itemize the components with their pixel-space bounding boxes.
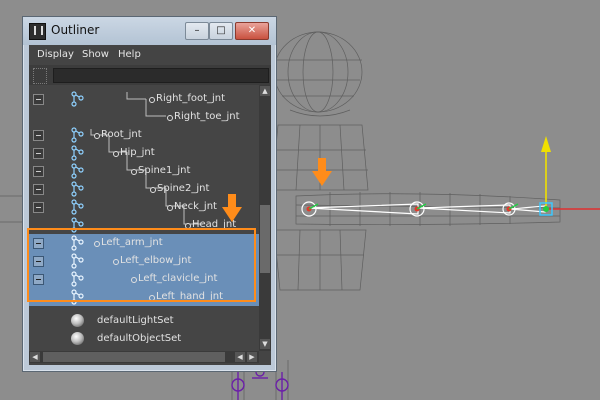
joint-icon <box>71 145 84 161</box>
expand-toggle[interactable] <box>33 130 44 141</box>
title-bar[interactable]: Outliner – □ ✕ <box>23 17 276 45</box>
search-row <box>29 65 271 85</box>
node-label: Right_foot_jnt <box>148 93 226 104</box>
node-label: Spine2_jnt <box>149 183 210 194</box>
node-label: Neck_jnt <box>167 201 217 212</box>
list-item[interactable]: defaultLightSet <box>29 312 259 330</box>
node-label: Spine1_jnt <box>130 165 191 176</box>
scroll-left-icon[interactable]: ◀ <box>30 352 40 362</box>
list-item[interactable]: Right_toe_jnt <box>29 108 259 126</box>
expand-toggle[interactable] <box>33 184 44 195</box>
expand-toggle[interactable] <box>33 166 44 177</box>
object-set-icon <box>71 314 84 327</box>
search-input[interactable] <box>53 68 269 83</box>
minimize-button[interactable]: – <box>185 22 209 40</box>
list-item[interactable]: defaultObjectSet <box>29 330 259 348</box>
close-button[interactable]: ✕ <box>235 22 269 40</box>
joint-icon <box>71 91 84 107</box>
list-item[interactable]: Root_jnt <box>29 126 259 144</box>
highlight-arrow-viewport <box>312 158 332 186</box>
object-set-icon <box>71 332 84 345</box>
node-label: defaultObjectSet <box>97 333 182 344</box>
expand-toggle[interactable] <box>33 148 44 159</box>
menu-help[interactable]: Help <box>118 49 141 60</box>
expand-toggle[interactable] <box>33 94 44 105</box>
node-label: Root_jnt <box>94 129 142 140</box>
joint-icon <box>71 181 84 197</box>
scroll-left-icon[interactable]: ◀ <box>235 352 245 362</box>
joint-icon <box>71 163 84 179</box>
maya-app-icon <box>29 23 46 40</box>
scroll-thumb[interactable] <box>43 352 225 362</box>
drag-handle-icon[interactable] <box>33 68 47 84</box>
maximize-button[interactable]: □ <box>209 22 233 40</box>
menu-show[interactable]: Show <box>82 49 109 60</box>
joint-icon <box>71 127 84 143</box>
list-item[interactable]: Spine1_jnt <box>29 162 259 180</box>
menu-bar: Display Show Help <box>29 45 271 65</box>
expand-toggle[interactable] <box>33 202 44 213</box>
vertical-scrollbar[interactable]: ▲ ▼ <box>259 85 271 351</box>
list-item[interactable]: Right_foot_jnt <box>29 90 259 108</box>
move-manipulator <box>539 136 600 216</box>
joint-icon <box>71 199 84 215</box>
menu-display[interactable]: Display <box>37 49 74 60</box>
window-title: Outliner <box>51 23 100 37</box>
scroll-right-icon[interactable]: ▶ <box>247 352 257 362</box>
scroll-down-icon[interactable]: ▼ <box>260 339 270 349</box>
horizontal-scrollbar[interactable]: ◀ ◀ ▶ <box>29 351 259 363</box>
scroll-thumb[interactable] <box>260 205 270 273</box>
node-label: Right_toe_jnt <box>167 111 240 122</box>
node-label: defaultLightSet <box>97 315 174 326</box>
node-label: Hip_jnt <box>113 147 155 158</box>
scroll-up-icon[interactable]: ▲ <box>260 86 270 96</box>
highlight-box <box>27 228 256 302</box>
highlight-arrow-outliner <box>222 194 242 222</box>
list-item[interactable]: Hip_jnt <box>29 144 259 162</box>
